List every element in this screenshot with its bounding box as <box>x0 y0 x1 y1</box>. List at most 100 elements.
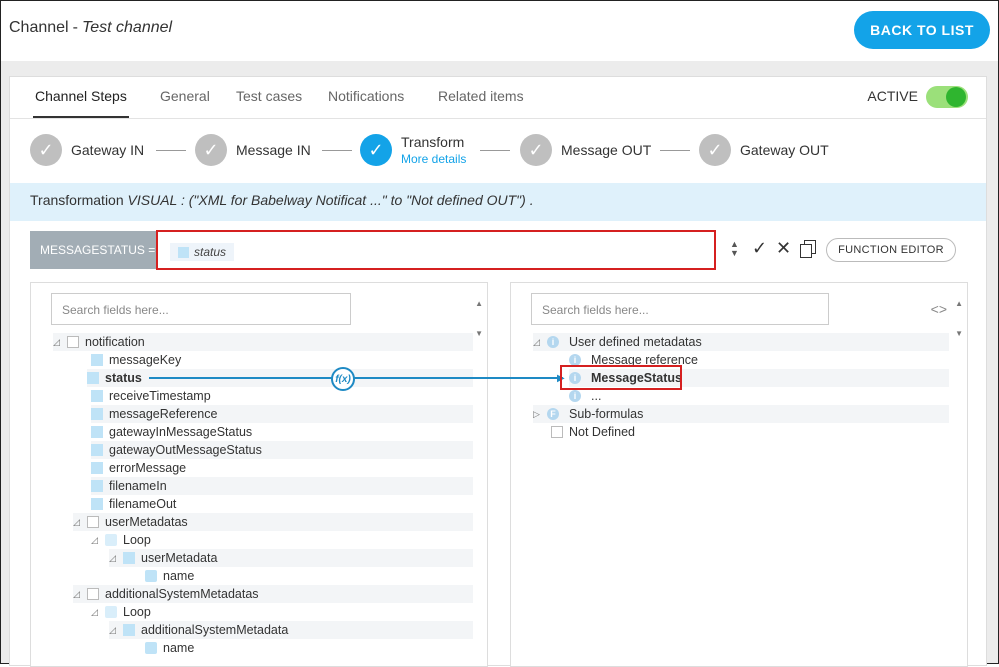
tree-label: Sub-formulas <box>569 407 644 421</box>
target-highlight <box>560 365 682 390</box>
tree-label: notification <box>85 335 145 349</box>
source-search-input[interactable]: Search fields here... <box>51 293 351 325</box>
copy-icon[interactable] <box>800 240 816 258</box>
field-icon <box>91 354 103 366</box>
tree-item[interactable]: filenameIn <box>91 477 473 495</box>
step-gateway-in[interactable]: ✓ Gateway IN <box>30 133 144 167</box>
confirm-icon[interactable]: ✓ <box>752 238 767 259</box>
tree-label: gatewayOutMessageStatus <box>109 443 262 457</box>
top-bar: Channel - Test channel BACK TO LIST <box>1 1 998 61</box>
check-icon: ✓ <box>699 134 731 166</box>
formula-target-label: MESSAGESTATUS = <box>30 231 156 269</box>
node-icon <box>67 336 79 348</box>
tree-item[interactable]: errorMessage <box>91 459 186 477</box>
collapse-icon[interactable]: ◿ <box>109 553 119 564</box>
tree-item[interactable]: name <box>145 639 194 657</box>
tab-channel-steps[interactable]: Channel Steps <box>33 88 129 118</box>
channel-steps: ✓ Gateway IN ✓ Message IN ✓ Transform Mo… <box>10 119 986 183</box>
updown-icon[interactable]: ▲ ▼ <box>730 240 739 258</box>
more-details-link[interactable]: More details <box>401 152 466 166</box>
info-prefix: Transformation <box>30 192 124 208</box>
tree-label: messageKey <box>109 353 182 367</box>
field-icon <box>91 390 103 402</box>
collapse-icon[interactable]: ◿ <box>533 337 543 348</box>
step-gateway-out[interactable]: ✓ Gateway OUT <box>699 133 829 167</box>
step-connector <box>322 150 352 151</box>
tree-label: Not Defined <box>569 425 636 439</box>
loop-icon <box>105 534 117 546</box>
toggle-knob <box>946 87 966 107</box>
function-node-icon[interactable]: f(x) <box>331 367 355 391</box>
tab-notifications[interactable]: Notifications <box>328 88 404 104</box>
tree-label: userMetadatas <box>105 515 188 529</box>
collapse-icon[interactable]: ◿ <box>109 625 119 636</box>
tree-item[interactable]: filenameOut <box>91 495 176 513</box>
tree-label: additionalSystemMetadata <box>141 623 289 637</box>
tree-item[interactable]: Not Defined <box>551 423 635 441</box>
tree-label: filenameIn <box>109 479 167 493</box>
collapse-icon[interactable]: ◿ <box>91 607 101 618</box>
tree-item[interactable]: ◿ Loop <box>91 531 151 549</box>
step-message-out[interactable]: ✓ Message OUT <box>520 133 651 167</box>
info-icon: i <box>547 336 559 348</box>
target-search-input[interactable]: Search fields here... <box>531 293 829 325</box>
tree-label: errorMessage <box>109 461 187 475</box>
tree-item[interactable]: gatewayInMessageStatus <box>91 423 252 441</box>
tab-test-cases[interactable]: Test cases <box>236 88 302 104</box>
scroll-arrows-icon[interactable]: ▲ ▼ <box>955 289 963 349</box>
field-icon <box>123 624 135 636</box>
code-icon[interactable]: <> <box>931 301 947 317</box>
step-label: Message IN <box>236 142 311 158</box>
attribute-icon <box>145 642 157 654</box>
formula-input[interactable]: status <box>156 230 716 270</box>
transformation-info: Transformation VISUAL : ("XML for Babelw… <box>10 183 986 221</box>
step-message-in[interactable]: ✓ Message IN <box>195 133 311 167</box>
tree-label: status <box>105 371 142 385</box>
function-editor-button[interactable]: FUNCTION EDITOR <box>826 238 956 262</box>
field-icon <box>91 480 103 492</box>
cancel-icon[interactable]: ✕ <box>776 238 791 259</box>
tree-item[interactable]: gatewayOutMessageStatus <box>91 441 473 459</box>
field-chip[interactable]: status <box>170 243 235 261</box>
tree-item[interactable]: ◿ Loop <box>91 603 151 621</box>
scroll-arrows-icon[interactable]: ▲ ▼ <box>475 289 483 349</box>
tree-item[interactable]: messageReference <box>91 405 473 423</box>
active-toggle[interactable] <box>926 86 968 108</box>
tree-item[interactable]: name <box>145 567 194 585</box>
tree-item[interactable]: ◿ i User defined metadatas <box>533 333 949 351</box>
check-icon: ✓ <box>30 134 62 166</box>
tab-general[interactable]: General <box>160 88 210 104</box>
tree-label: Loop <box>123 605 151 619</box>
check-icon: ✓ <box>360 134 392 166</box>
field-icon <box>178 246 189 258</box>
tree-label: name <box>163 569 195 583</box>
tree-label: receiveTimestamp <box>109 389 211 403</box>
tree-item[interactable]: ◿ additionalSystemMetadata <box>109 621 473 639</box>
collapse-icon[interactable]: ◿ <box>73 589 83 600</box>
info-detail: VISUAL : ("XML for Babelway Notificat ..… <box>127 192 534 208</box>
tree-item[interactable]: ◿ notification <box>53 333 473 351</box>
tree-item[interactable]: ▷ F Sub-formulas <box>533 405 949 423</box>
collapse-icon[interactable]: ◿ <box>73 517 83 528</box>
node-icon <box>551 426 563 438</box>
step-label: Transform <box>401 134 465 150</box>
tree-item[interactable]: ◿ userMetadatas <box>73 513 473 531</box>
check-icon: ✓ <box>520 134 552 166</box>
step-connector <box>156 150 186 151</box>
tree-item[interactable]: receiveTimestamp <box>91 387 211 405</box>
collapse-icon[interactable]: ◿ <box>91 535 101 546</box>
formula-row: MESSAGESTATUS = status ▲ ▼ ✓ ✕ FUNCTION E… <box>30 230 968 270</box>
tree-item[interactable]: ◿ userMetadata <box>109 549 473 567</box>
expand-icon[interactable]: ▷ <box>533 409 543 420</box>
tab-related-items[interactable]: Related items <box>438 88 524 104</box>
tree-item[interactable]: messageKey <box>91 351 181 369</box>
back-to-list-button[interactable]: BACK TO LIST <box>854 11 990 49</box>
field-icon <box>123 552 135 564</box>
tree-item[interactable]: ◿ additionalSystemMetadatas <box>73 585 473 603</box>
step-label: Gateway IN <box>71 142 145 158</box>
step-transform[interactable]: ✓ Transform More details <box>360 133 466 167</box>
tree-label: User defined metadatas <box>569 335 702 349</box>
collapse-icon[interactable]: ◿ <box>53 337 63 348</box>
tree-label: messageReference <box>109 407 218 421</box>
field-icon <box>87 372 99 384</box>
